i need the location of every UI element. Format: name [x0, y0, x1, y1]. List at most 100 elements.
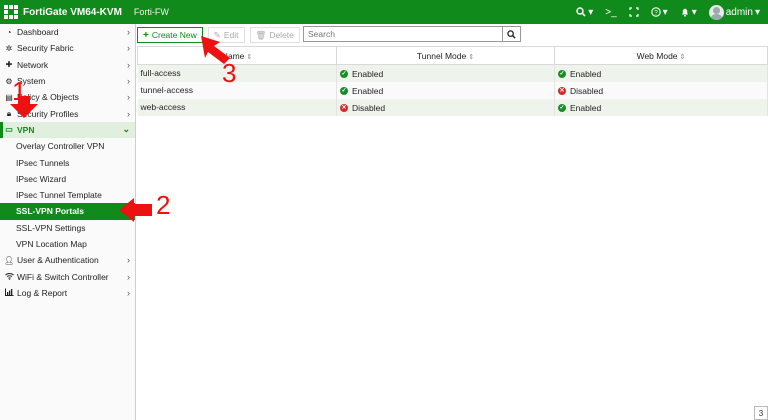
- sidebar-subitem-ssl-vpn-portals[interactable]: SSL-VPN Portals: [0, 203, 135, 220]
- wifi-icon: [4, 272, 14, 282]
- check-circle-icon: ✓: [340, 70, 348, 79]
- status-text: Enabled: [352, 69, 384, 80]
- sidebar-item-label: Security Profiles: [17, 108, 79, 119]
- sidebar-item-network[interactable]: ✚ Network ›: [0, 57, 135, 73]
- edit-button[interactable]: ✎ Edit: [207, 27, 245, 43]
- create-new-label: Create New: [151, 30, 197, 40]
- chevron-right-icon: ›: [127, 76, 130, 87]
- app-title: FortiGate VM64-KVM: [23, 6, 122, 18]
- toolbar: + Create New ✎ Edit 🗑︎ Delete: [137, 26, 521, 44]
- bell-icon[interactable]: ▾: [680, 7, 697, 18]
- cell-web-mode: ✕ Disabled: [554, 81, 768, 99]
- sidebar-subitem-ipsec-tunnel-template[interactable]: IPsec Tunnel Template: [0, 187, 135, 203]
- chevron-down-icon: ⌄: [122, 124, 130, 135]
- plus-icon: +: [143, 29, 149, 41]
- sidebar-subitem-overlay-controller-vpn[interactable]: Overlay Controller VPN: [0, 138, 135, 154]
- sort-icon: ⇕: [679, 53, 686, 61]
- status-text: Enabled: [570, 103, 602, 113]
- terminal-icon[interactable]: >_: [605, 7, 616, 18]
- cell-tunnel-mode: ✓ Enabled: [336, 81, 555, 99]
- column-header-name[interactable]: Name ⇕: [137, 46, 337, 65]
- annotation-number-3: 3: [222, 58, 237, 88]
- status-text: Enabled: [570, 69, 602, 80]
- x-circle-icon: ✕: [340, 104, 348, 112]
- lock-icon: 🔒︎: [6, 108, 12, 118]
- x-circle-icon: ✕: [558, 87, 566, 95]
- sidebar-item-label: VPN: [17, 124, 35, 135]
- column-header-tunnel-mode[interactable]: Tunnel Mode ⇕: [336, 46, 555, 65]
- sidebar-subitem-ipsec-wizard[interactable]: IPsec Wizard: [0, 171, 135, 187]
- search-input[interactable]: [304, 27, 502, 41]
- edit-label: Edit: [223, 30, 239, 40]
- top-right-controls: ▾ >_ ? ▾ ▾ admin ▾: [576, 0, 760, 24]
- help-icon[interactable]: ? ▾: [650, 7, 668, 18]
- search-box: [303, 26, 521, 42]
- status-text: Enabled: [352, 86, 384, 96]
- search-icon: [507, 29, 516, 39]
- chart-icon: [4, 288, 14, 298]
- chevron-right-icon: ›: [127, 43, 130, 54]
- cell-web-mode: ✓ Enabled: [554, 98, 768, 116]
- cell-name: web-access: [137, 98, 337, 116]
- pencil-icon: ✎: [213, 29, 221, 40]
- top-bar: FortiGate VM64-KVM Forti-FW ▾ >_ ? ▾ ▾ ad…: [0, 0, 768, 24]
- hostname: Forti-FW: [133, 7, 169, 17]
- cell-web-mode: ✓ Enabled: [554, 64, 768, 82]
- annotation-number-2: 2: [156, 190, 171, 220]
- chevron-right-icon: ›: [127, 271, 130, 282]
- cell-name: full-access: [137, 64, 337, 82]
- check-circle-icon: ✓: [558, 70, 566, 79]
- sidebar-item-security-fabric[interactable]: ✲ Security Fabric ›: [0, 40, 135, 56]
- status-text: Disabled: [570, 86, 604, 96]
- table-row[interactable]: web-access ✕ Disabled ✓ Enabled: [137, 98, 768, 116]
- sidebar-item-label: WiFi & Switch Controller: [17, 271, 109, 282]
- fabric-icon: ✲: [5, 43, 13, 53]
- sidebar-item-label: Security Fabric: [17, 43, 74, 54]
- fortinet-logo-icon: [4, 5, 18, 19]
- sidebar-item-user-authentication[interactable]: 👤︎ User & Authentication ›: [0, 252, 135, 268]
- sidebar-item-wifi-switch-controller[interactable]: WiFi & Switch Controller ›: [0, 268, 135, 284]
- sidebar-subitem-ipsec-tunnels[interactable]: IPsec Tunnels: [0, 154, 135, 170]
- cell-tunnel-mode: ✓ Enabled: [336, 64, 555, 82]
- sidebar-item-label: User & Authentication: [17, 255, 99, 266]
- sidebar-item-dashboard[interactable]: ◔ Dashboard ›: [0, 24, 135, 40]
- sidebar-item-security-profiles[interactable]: 🔒︎ Security Profiles ›: [0, 105, 135, 121]
- page-indicator: 3: [754, 406, 768, 420]
- trash-icon: 🗑︎: [255, 29, 267, 40]
- sidebar-item-label: Log & Report: [17, 287, 68, 298]
- sort-icon: ⇕: [468, 53, 475, 61]
- delete-label: Delete: [269, 30, 294, 40]
- cell-tunnel-mode: ✕ Disabled: [336, 98, 555, 116]
- create-new-button[interactable]: + Create New: [137, 27, 203, 43]
- sidebar-subitem-ssl-vpn-settings[interactable]: SSL-VPN Settings: [0, 220, 135, 236]
- chevron-right-icon: ›: [127, 27, 130, 38]
- sidebar-item-log-report[interactable]: Log & Report ›: [0, 285, 135, 301]
- sidebar-subitem-vpn-location-map[interactable]: VPN Location Map: [0, 236, 135, 252]
- sort-icon: ⇕: [246, 53, 253, 61]
- annotation-number-1: 1: [12, 76, 27, 106]
- monitor-icon: ▭: [5, 125, 13, 135]
- avatar: [708, 4, 724, 20]
- svg-text:?: ?: [654, 9, 658, 16]
- status-text: Disabled: [352, 103, 386, 113]
- chevron-right-icon: ›: [127, 59, 130, 70]
- user-icon: 👤︎: [4, 255, 15, 265]
- check-circle-icon: ✓: [340, 87, 348, 95]
- sidebar-item-label: Dashboard: [17, 27, 59, 38]
- cell-name: tunnel-access: [137, 81, 337, 99]
- check-circle-icon: ✓: [558, 104, 566, 112]
- sidebar-item-label: Network: [17, 59, 49, 70]
- column-header-web-mode[interactable]: Web Mode ⇕: [554, 46, 768, 65]
- sidebar-item-vpn[interactable]: ▭ VPN ⌄: [0, 121, 135, 139]
- column-header-label: Web Mode: [636, 50, 678, 61]
- search-icon[interactable]: ▾: [576, 7, 593, 18]
- user-menu[interactable]: admin ▾: [708, 4, 760, 20]
- fullscreen-icon[interactable]: [629, 7, 639, 17]
- chevron-right-icon: ›: [127, 108, 130, 119]
- column-header-label: Tunnel Mode: [416, 50, 467, 61]
- delete-button[interactable]: 🗑︎ Delete: [249, 27, 300, 43]
- chevron-right-icon: ›: [127, 255, 130, 266]
- search-button[interactable]: [502, 27, 520, 41]
- chevron-right-icon: ›: [127, 287, 130, 298]
- chevron-right-icon: ›: [127, 92, 130, 103]
